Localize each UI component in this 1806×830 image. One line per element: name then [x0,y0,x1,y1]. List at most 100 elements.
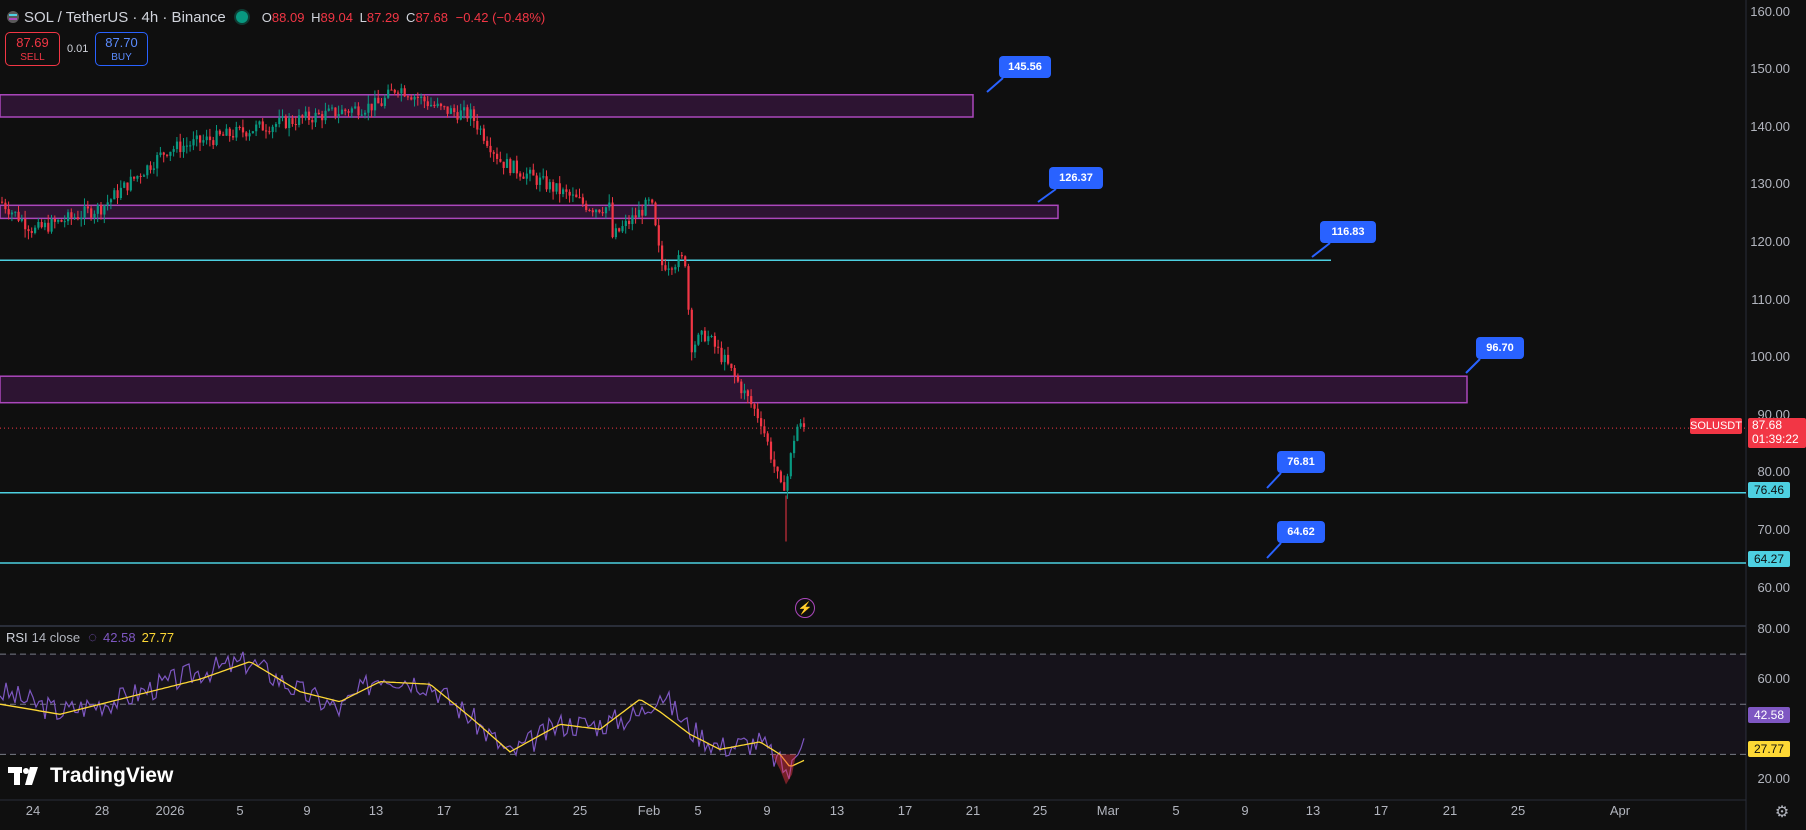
candle [354,106,357,109]
candle [641,209,644,216]
candle [611,202,614,238]
candle [291,118,294,124]
settings-gear-icon[interactable]: ⚙ [1773,802,1791,821]
callout-96[interactable]: 96.70 [1476,337,1524,359]
candle [621,226,624,232]
candle [571,194,575,196]
candle [723,354,726,363]
candle [90,208,93,218]
rsi-tick: 60.00 [1757,671,1790,687]
date-tick: 17 [897,803,913,818]
date-tick: 21 [965,803,981,818]
event-lightning-icon[interactable]: ⚡ [795,598,815,618]
callout-64[interactable]: 64.62 [1277,521,1325,543]
candle [76,217,80,220]
candle [479,128,482,130]
candle [390,89,393,91]
date-tick: 9 [1241,803,1249,818]
candle [383,97,386,106]
candle [261,121,264,131]
candle [73,217,76,219]
candle [532,169,535,176]
candle [350,108,353,113]
candle [109,199,113,203]
callout-76[interactable]: 76.81 [1277,451,1325,473]
candle [406,96,410,98]
candle [786,476,789,491]
market-status-icon[interactable] [235,11,248,23]
candle [618,228,621,232]
candle [763,426,766,434]
candle [769,441,773,460]
candle [449,108,452,114]
candle [796,426,799,441]
candle [340,109,344,115]
candle [727,354,730,364]
candle [373,97,377,111]
loading-spinner-icon: ◌ [88,629,98,646]
candle [400,88,403,94]
candle [542,176,545,178]
candle [314,112,317,123]
symbol-title[interactable]: SOL / TetherUS · 4h · Binance [24,9,226,26]
candle [67,212,70,222]
candle [595,209,598,213]
candle [63,221,66,223]
zone-0 [0,94,974,118]
candle [377,97,380,104]
candle [215,130,218,145]
buy-price: 87.70 [105,35,138,50]
sell-button[interactable]: 87.69 SELL [5,32,60,66]
candle [799,423,802,427]
callout-connector-4 [1266,472,1282,489]
candle [680,255,683,257]
candle [43,222,47,228]
symbol-legend: SOL / TetherUS · 4h · Binance O88.09 H89… [6,4,545,30]
level-tag-lower: 64.27 [1748,551,1790,567]
level-tag-upper: 76.46 [1748,482,1790,498]
candle [218,130,221,135]
candle [271,126,274,132]
callout-145[interactable]: 145.56 [999,56,1051,78]
candle [304,111,307,118]
candle [311,119,314,123]
rsi-ma-tag: 27.77 [1748,741,1790,757]
candle [235,126,238,138]
candle [515,160,518,174]
candle [360,114,363,116]
candle [317,112,320,115]
candle [505,159,509,168]
candle [380,103,383,106]
candle [100,205,103,215]
price-tick: 140.00 [1750,118,1790,134]
candle [1,201,4,203]
date-tick: 13 [1305,803,1321,818]
candle [436,103,439,107]
candle [664,265,667,270]
rsi-params: 14 close [31,630,81,645]
tradingview-logo[interactable]: TradingView [8,764,173,788]
candle [779,471,782,483]
candle [416,96,419,98]
candle [476,120,479,130]
candle [472,109,476,121]
candle [93,213,96,218]
spread-value: 0.01 [67,43,89,55]
candle [367,103,370,113]
price-tick: 150.00 [1750,61,1790,77]
candle [142,175,146,177]
rsi-oversold-fill [772,754,796,785]
candle [684,256,687,267]
candle [195,135,198,140]
callout-116[interactable]: 116.83 [1320,221,1376,243]
candle [397,92,400,94]
candle [119,187,122,199]
price-chart[interactable] [0,0,1806,830]
date-tick: Apr [1609,803,1631,818]
buy-button[interactable]: 87.70 BUY [95,32,148,66]
date-tick: 17 [436,803,452,818]
current-price: 87.68 [1752,418,1783,432]
candle [139,175,142,177]
callout-126[interactable]: 126.37 [1049,167,1103,189]
candle [334,107,337,117]
